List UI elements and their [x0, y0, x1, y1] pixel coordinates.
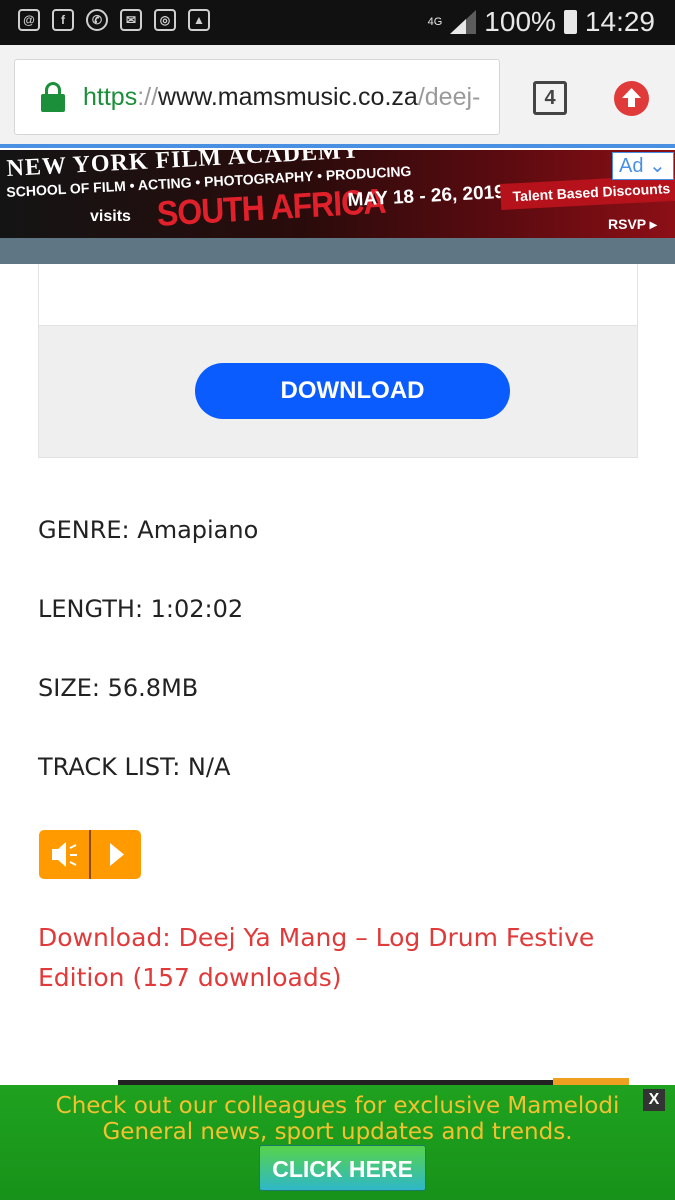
- url-host: www.mamsmusic.co.za: [158, 82, 418, 111]
- signal-icon: [450, 10, 477, 34]
- clock: 14:29: [584, 6, 655, 37]
- promo-line-1: Check out our colleagues for exclusive M…: [55, 1093, 620, 1119]
- download-button[interactable]: DOWNLOAD: [195, 363, 510, 419]
- url-path: /deej-: [417, 82, 481, 111]
- upload-button[interactable]: [614, 81, 649, 116]
- status-right: 4G 100% 14:29: [428, 6, 655, 38]
- promo-line-2: General news, sport updates and trends.: [102, 1119, 573, 1145]
- status-bar: @ f ✆ ✉ ◎ ▲ 4G 100% 14:29: [0, 0, 675, 45]
- gallery-icon: ▲: [188, 9, 210, 31]
- promo-text: Check out our colleagues for exclusive M…: [0, 1093, 675, 1145]
- tracklist-text: TRACK LIST: N/A: [38, 753, 231, 781]
- tab-switcher-button[interactable]: 4: [533, 81, 567, 115]
- facebook-icon: f: [52, 9, 74, 31]
- ad-rsvp[interactable]: RSVP ▸: [608, 216, 657, 233]
- play-icon: [110, 843, 124, 866]
- url-separator: ://: [137, 82, 159, 111]
- url-text[interactable]: https://www.mamsmusic.co.za/deej-: [83, 83, 480, 112]
- instagram-icon: ◎: [154, 9, 176, 31]
- lock-icon[interactable]: [41, 82, 65, 112]
- ad-talent-discounts: Talent Based Discounts: [500, 174, 675, 210]
- ad-banner[interactable]: NEW YORK FILM ACADEMY SCHOOL OF FILM • A…: [0, 150, 675, 238]
- url-bar[interactable]: https://www.mamsmusic.co.za/deej-: [14, 59, 500, 135]
- volume-button[interactable]: [39, 830, 89, 879]
- speaker-icon: [52, 842, 77, 867]
- promo-overlay: Check out our colleagues for exclusive M…: [0, 1085, 675, 1200]
- audio-player: [39, 830, 141, 879]
- whatsapp-icon: ✆: [86, 9, 108, 31]
- play-button[interactable]: [91, 830, 141, 879]
- size-text: SIZE: 56.8MB: [38, 674, 199, 702]
- battery-percent: 100%: [484, 6, 556, 37]
- length-text: LENGTH: 1:02:02: [38, 595, 244, 623]
- ad-visits: visits: [90, 208, 131, 225]
- mail-icon: ✉: [120, 9, 142, 31]
- notification-icons: @ f ✆ ✉ ◎ ▲: [18, 9, 210, 31]
- click-here-button[interactable]: CLICK HERE: [259, 1145, 426, 1191]
- player-top: [38, 264, 638, 325]
- ad-choices-label[interactable]: Ad ⌄: [612, 152, 674, 180]
- url-scheme: https: [83, 82, 138, 111]
- network-type: 4G: [427, 16, 443, 28]
- genre-text: GENRE: Amapiano: [38, 516, 259, 544]
- email-icon: @: [18, 9, 40, 31]
- battery-icon: [563, 10, 577, 34]
- browser-toolbar: https://www.mamsmusic.co.za/deej- 4: [0, 45, 675, 148]
- download-link[interactable]: Download: Deej Ya Mang – Log Drum Festiv…: [38, 918, 638, 998]
- arrow-up-icon: [622, 88, 641, 107]
- promo-close-button[interactable]: X: [643, 1089, 665, 1111]
